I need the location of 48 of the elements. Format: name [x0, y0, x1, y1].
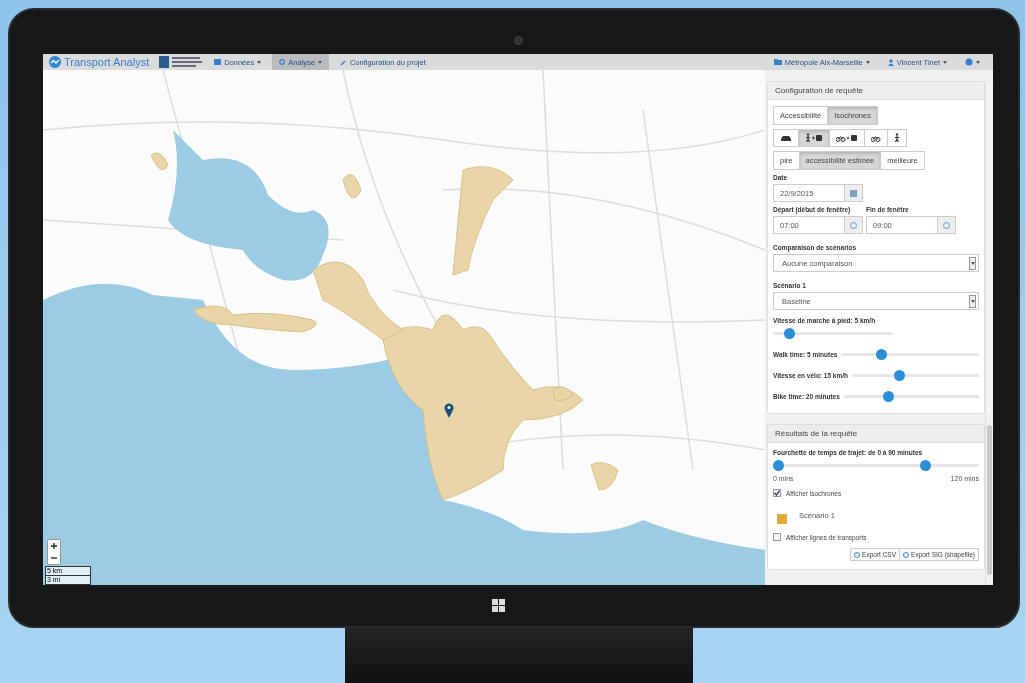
agency-logo-icon	[159, 55, 204, 69]
folder-icon	[773, 59, 782, 65]
slider-thumb[interactable]	[784, 328, 795, 339]
map-pin-icon	[444, 403, 454, 418]
clock-icon	[943, 221, 950, 229]
clock-icon	[850, 221, 857, 229]
slider-thumb[interactable]	[875, 349, 887, 360]
bike-icon	[871, 133, 881, 143]
caret-icon	[865, 60, 870, 64]
transport-mode-button[interactable]	[773, 129, 799, 147]
zoom-in-button[interactable]	[48, 540, 60, 552]
walk-bus-icon	[805, 133, 823, 143]
caret-icon	[970, 299, 975, 303]
checkbox-box[interactable]	[773, 533, 781, 541]
plus-icon	[51, 543, 57, 549]
checkmark-icon	[774, 490, 780, 496]
wrench-icon	[339, 58, 347, 66]
user-icon	[887, 58, 894, 66]
walk-icon	[894, 133, 900, 143]
scrollbar[interactable]	[985, 81, 993, 585]
info-icon	[903, 551, 910, 558]
transport-mode-button[interactable]	[864, 129, 888, 147]
camera-icon	[514, 36, 523, 45]
logo-icon	[49, 56, 61, 68]
panel-title: Configuration de requête	[768, 82, 984, 100]
caret-icon	[943, 60, 947, 64]
transport-mode-button[interactable]	[829, 129, 865, 147]
checkbox-box[interactable]	[773, 489, 781, 497]
calendar-icon	[850, 189, 857, 197]
brand-name: Transport Analyst	[64, 56, 150, 68]
caret-icon	[976, 60, 980, 64]
grid-icon	[214, 59, 222, 65]
circle-icon	[279, 59, 286, 65]
bike-bus-icon	[836, 133, 858, 143]
caret-icon	[317, 60, 322, 64]
panel-title: Résultats de la requête	[768, 425, 984, 443]
car-icon	[780, 133, 792, 143]
slider-thumb[interactable]	[894, 370, 906, 381]
slider-thumb[interactable]	[773, 460, 784, 471]
minus-icon	[51, 557, 57, 559]
globe-icon	[965, 58, 973, 66]
transport-mode-button[interactable]	[887, 129, 907, 147]
caret-icon	[970, 261, 975, 265]
caret-icon	[257, 60, 262, 64]
slider-thumb[interactable]	[920, 460, 931, 471]
info-icon	[854, 551, 861, 558]
slider-thumb[interactable]	[882, 391, 894, 402]
transport-mode-button[interactable]	[798, 129, 830, 147]
